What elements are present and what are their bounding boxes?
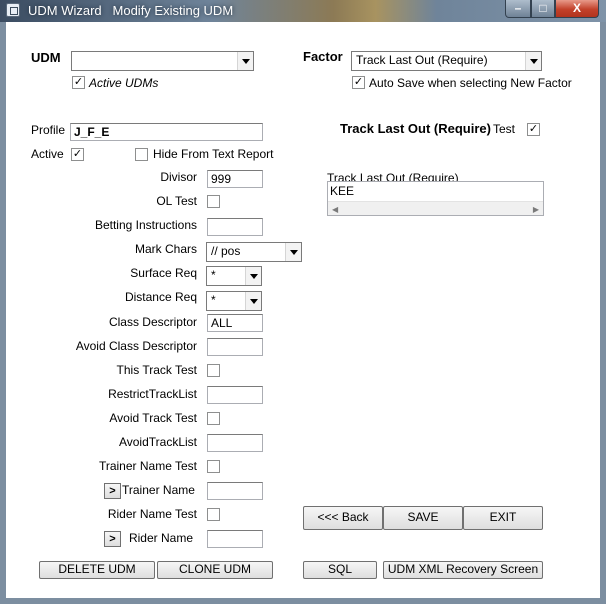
auto-save-checkbox[interactable] xyxy=(352,76,365,89)
rider-name-test-checkbox[interactable] xyxy=(207,508,220,521)
class-descriptor-label: Class Descriptor xyxy=(108,315,197,329)
test-label: Test xyxy=(493,122,516,136)
udm-wizard-window: UDM Wizard Modify Existing UDM – □ X UDM… xyxy=(0,0,606,604)
hide-from-text-report-label: Hide From Text Report xyxy=(153,147,274,161)
active-udms-label: Active UDMs xyxy=(89,76,159,90)
divisor-input[interactable]: 999 xyxy=(207,170,263,188)
factor-label: Factor xyxy=(303,49,343,64)
client-area: UDM Active UDMs Factor Track Last Out (R… xyxy=(6,22,600,598)
rider-name-label: Rider Name xyxy=(128,531,193,545)
class-descriptor-input[interactable]: ALL xyxy=(207,314,263,332)
chevron-down-icon[interactable] xyxy=(237,52,253,70)
avoid-track-test-checkbox[interactable] xyxy=(207,412,220,425)
trainer-name-test-label: Trainer Name Test xyxy=(98,459,197,473)
rider-name-test-label: Rider Name Test xyxy=(107,507,197,521)
rider-name-expand-button[interactable]: > xyxy=(104,531,121,547)
trainer-name-test-checkbox[interactable] xyxy=(207,460,220,473)
udm-label: UDM xyxy=(31,50,61,65)
back-button[interactable]: <<< Back xyxy=(303,506,383,530)
distance-req-value: * xyxy=(211,293,216,307)
chevron-down-icon[interactable] xyxy=(525,52,541,70)
track-listbox[interactable]: KEE ◀ ▶ xyxy=(327,181,544,216)
ol-test-checkbox[interactable] xyxy=(207,195,220,208)
title-bar[interactable]: UDM Wizard Modify Existing UDM – □ X xyxy=(0,0,606,22)
surface-req-label: Surface Req xyxy=(130,266,197,280)
factor-dropdown-value: Track Last Out (Require) xyxy=(356,53,488,67)
save-button[interactable]: SAVE xyxy=(383,506,463,530)
chevron-down-icon[interactable] xyxy=(245,292,261,310)
avoid-track-list-input[interactable] xyxy=(207,434,263,452)
avoid-class-descriptor-label: Avoid Class Descriptor xyxy=(75,339,197,353)
factor-heading: Track Last Out (Require) xyxy=(340,121,491,136)
udm-xml-recovery-button[interactable]: UDM XML Recovery Screen xyxy=(383,561,543,579)
close-button[interactable]: X xyxy=(555,0,599,18)
exit-button[interactable]: EXIT xyxy=(463,506,543,530)
surface-req-value: * xyxy=(211,268,216,282)
active-checkbox[interactable] xyxy=(71,148,84,161)
window-title-main: UDM Wizard xyxy=(28,3,102,18)
maximize-button[interactable]: □ xyxy=(531,0,555,18)
window-title: UDM Wizard Modify Existing UDM xyxy=(28,3,233,18)
rider-name-input[interactable] xyxy=(207,530,263,548)
avoid-track-list-label: AvoidTrackList xyxy=(118,435,197,449)
active-label: Active xyxy=(31,147,64,161)
udm-dropdown[interactable] xyxy=(71,51,254,71)
trainer-name-label: Trainer Name xyxy=(122,483,195,497)
restrict-track-list-input[interactable] xyxy=(207,386,263,404)
scroll-right-icon[interactable]: ▶ xyxy=(533,205,539,214)
sql-button[interactable]: SQL xyxy=(303,561,377,579)
betting-instructions-label: Betting Instructions xyxy=(94,218,197,232)
this-track-test-label: This Track Test xyxy=(116,363,197,377)
minimize-button[interactable]: – xyxy=(505,0,531,18)
betting-instructions-input[interactable] xyxy=(207,218,263,236)
mark-chars-label: Mark Chars xyxy=(134,242,197,256)
restrict-track-list-label: RestrictTrackList xyxy=(108,387,197,401)
surface-req-dropdown[interactable]: * xyxy=(206,266,262,286)
clone-udm-button[interactable]: CLONE UDM xyxy=(157,561,273,579)
chevron-down-icon[interactable] xyxy=(245,267,261,285)
ol-test-label: OL Test xyxy=(156,194,197,208)
window-title-sub: Modify Existing UDM xyxy=(112,3,234,18)
trainer-name-input[interactable] xyxy=(207,482,263,500)
profile-label: Profile xyxy=(31,123,66,137)
mark-chars-dropdown[interactable]: // pos xyxy=(206,242,302,262)
hide-from-text-report-checkbox[interactable] xyxy=(135,148,148,161)
horizontal-scrollbar[interactable]: ◀ ▶ xyxy=(328,201,543,215)
mark-chars-value: // pos xyxy=(211,244,241,258)
this-track-test-checkbox[interactable] xyxy=(207,364,220,377)
active-udms-checkbox[interactable] xyxy=(72,76,85,89)
distance-req-label: Distance Req xyxy=(124,290,197,304)
avoid-track-test-label: Avoid Track Test xyxy=(109,411,197,425)
test-checkbox[interactable] xyxy=(527,123,540,136)
scroll-left-icon[interactable]: ◀ xyxy=(332,205,338,214)
factor-dropdown[interactable]: Track Last Out (Require) xyxy=(351,51,542,71)
list-item[interactable]: KEE xyxy=(330,184,354,198)
auto-save-label: Auto Save when selecting New Factor xyxy=(369,76,572,90)
delete-udm-button[interactable]: DELETE UDM xyxy=(39,561,155,579)
trainer-name-expand-button[interactable]: > xyxy=(104,483,121,499)
chevron-down-icon[interactable] xyxy=(285,243,301,261)
divisor-label: Divisor xyxy=(160,170,197,184)
distance-req-dropdown[interactable]: * xyxy=(206,291,262,311)
profile-input[interactable]: J_F_E xyxy=(70,123,263,141)
avoid-class-descriptor-input[interactable] xyxy=(207,338,263,356)
app-icon xyxy=(6,3,20,17)
